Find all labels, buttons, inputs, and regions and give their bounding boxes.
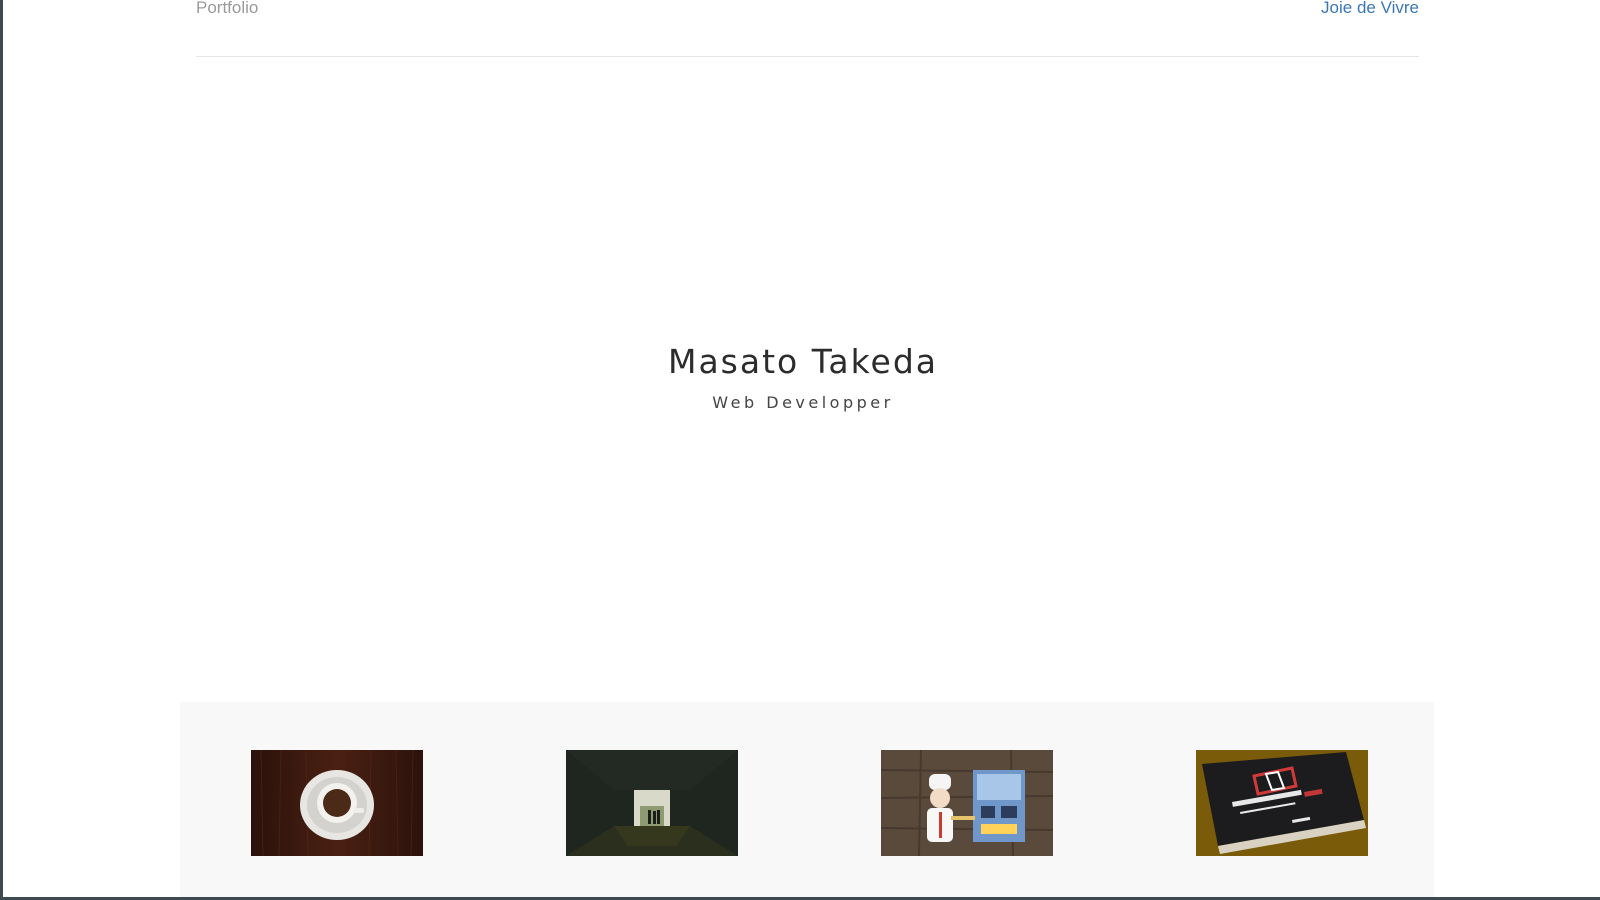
gallery-item-angular-book[interactable]	[1196, 750, 1368, 856]
gallery-item-toy-chef[interactable]	[881, 750, 1053, 856]
brand-link[interactable]: Portfolio	[196, 0, 258, 18]
portfolio-gallery	[180, 702, 1434, 897]
tunnel-image	[566, 750, 738, 856]
hero-role: Web Developper	[712, 393, 894, 412]
hero: Masato Takeda Web Developper	[3, 340, 1600, 414]
nav-link-joie-de-vivre[interactable]: Joie de Vivre	[1321, 0, 1419, 18]
gallery-item-tunnel[interactable]	[566, 750, 738, 856]
angular-book-image	[1196, 750, 1368, 856]
navbar: Portfolio Joie de Vivre	[196, 0, 1419, 57]
toy-chef-image	[881, 750, 1053, 856]
hero-name: Masato Takeda	[667, 342, 939, 381]
gallery-item-coffee[interactable]	[251, 750, 423, 856]
browser-viewport: Portfolio Joie de Vivre Masato Takeda We…	[0, 0, 1600, 900]
coffee-cup-image	[251, 750, 423, 856]
